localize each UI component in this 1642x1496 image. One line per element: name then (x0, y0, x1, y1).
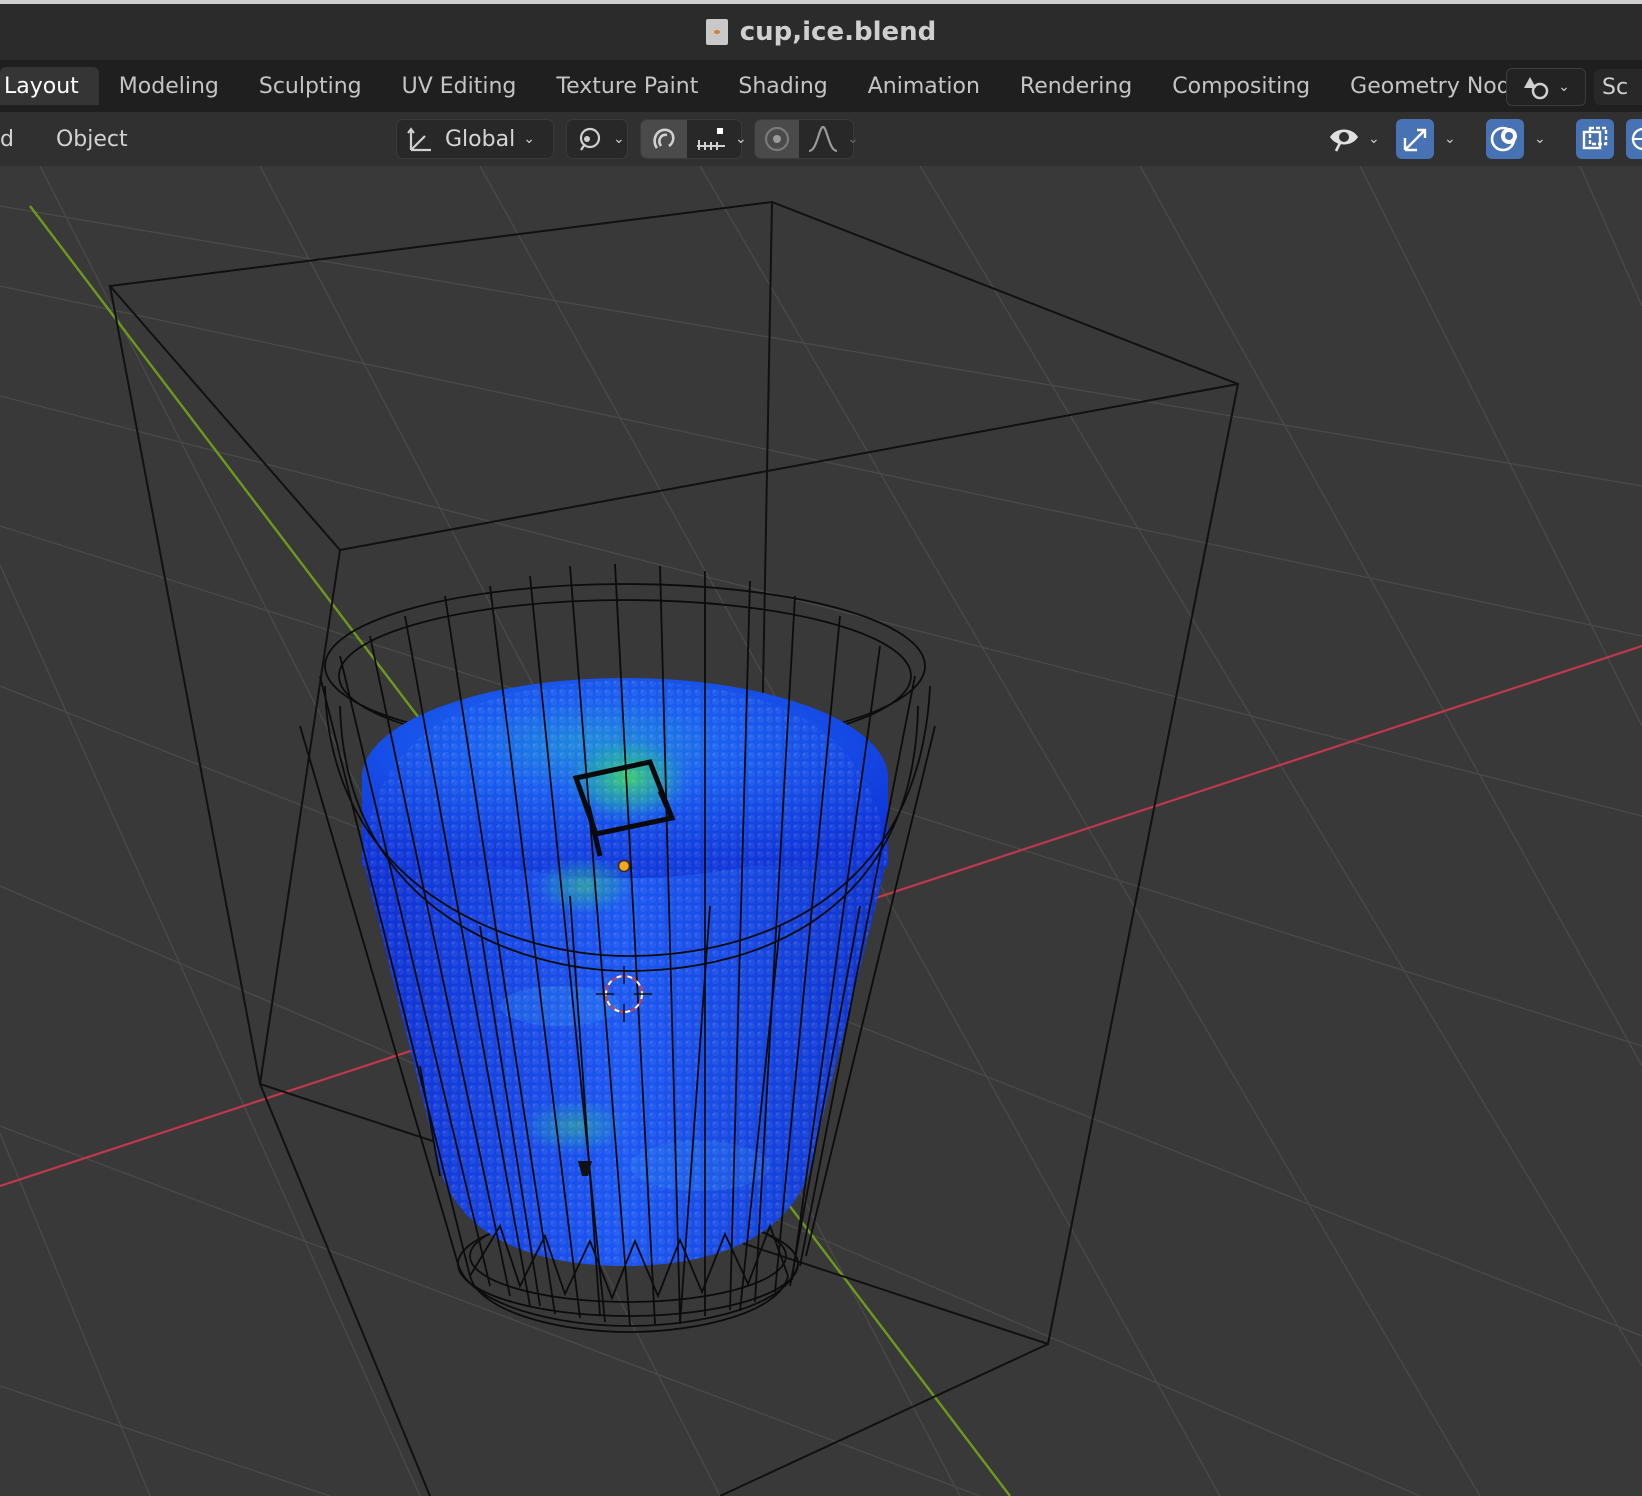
gizmo-icon[interactable] (1396, 119, 1434, 159)
viewport-canvas (0, 166, 1642, 1496)
workspace-tabs: Layout Modeling Sculpting UV Editing Tex… (0, 60, 1642, 112)
tab-rendering[interactable]: Rendering (1000, 67, 1152, 105)
chevron-down-icon: ⌄ (1558, 79, 1570, 95)
pivot-icon (567, 120, 613, 158)
tab-sculpting[interactable]: Sculpting (239, 67, 382, 105)
menu-add-truncated[interactable]: d (0, 127, 28, 152)
snap-icon[interactable] (641, 120, 687, 158)
title-wrap: cup,ice.blend (705, 17, 937, 47)
chevron-down-icon[interactable]: ⌄ (1534, 131, 1546, 147)
tab-shading[interactable]: Shading (718, 67, 847, 105)
menu-object[interactable]: Object (42, 127, 142, 152)
xray-icon (1576, 119, 1614, 159)
title-bar: cup,ice.blend (0, 0, 1642, 60)
shading-mode-button[interactable] (1626, 119, 1642, 159)
overlay-icon[interactable] (1486, 119, 1524, 159)
pivot-point-dropdown[interactable]: ⌄ (566, 119, 628, 159)
proportional-edit-icon[interactable] (755, 120, 799, 158)
overlay-group: ⌄ (1486, 119, 1564, 159)
orientation-icon (397, 120, 443, 158)
chevron-down-icon: ⌄ (1368, 131, 1380, 147)
proportional-editing-group: ⌄ (754, 119, 859, 159)
falloff-icon[interactable] (799, 120, 847, 158)
scene-icon (1524, 77, 1549, 100)
orientation-label: Global (445, 126, 516, 152)
tab-modeling[interactable]: Modeling (99, 67, 239, 105)
chevron-down-icon[interactable]: ⌄ (1444, 131, 1456, 147)
snapping-group: ⌄ (640, 119, 747, 159)
transform-orientation-dropdown[interactable]: Global ⌄ (396, 119, 554, 159)
blend-file-icon (705, 19, 728, 45)
viewport-header: d Object Global ⌄ ⌄ ⌄ ⌄ ⌄ ⌄ ⌄ (0, 112, 1642, 166)
wireframe-shading-icon (1626, 119, 1642, 159)
snap-increment-icon[interactable] (687, 120, 735, 158)
scene-selector-button[interactable]: ⌄ (1506, 68, 1586, 106)
chevron-down-icon[interactable]: ⌄ (847, 131, 859, 147)
chevron-down-icon: ⌄ (613, 131, 625, 147)
window-title: cup,ice.blend (739, 17, 937, 47)
chevron-down-icon: ⌄ (523, 131, 535, 147)
tab-animation[interactable]: Animation (848, 67, 1000, 105)
gizmo-group: ⌄ (1396, 119, 1474, 159)
scene-name-field[interactable]: Sc (1594, 69, 1642, 105)
blender-window: cup,ice.blend Layout Modeling Sculpting … (0, 0, 1642, 1496)
3d-viewport[interactable] (0, 166, 1642, 1496)
tab-layout[interactable]: Layout (0, 67, 99, 105)
tab-uv-editing[interactable]: UV Editing (382, 67, 537, 105)
visibility-icon (1320, 119, 1368, 159)
object-origin-dot (617, 859, 631, 873)
tab-texture-paint[interactable]: Texture Paint (536, 67, 718, 105)
xray-toggle[interactable] (1576, 119, 1614, 159)
visibility-dropdown[interactable]: ⌄ (1320, 119, 1384, 159)
chevron-down-icon[interactable]: ⌄ (735, 131, 747, 147)
scene-controls: ⌄ Sc (1506, 68, 1642, 106)
tab-compositing[interactable]: Compositing (1152, 67, 1330, 105)
